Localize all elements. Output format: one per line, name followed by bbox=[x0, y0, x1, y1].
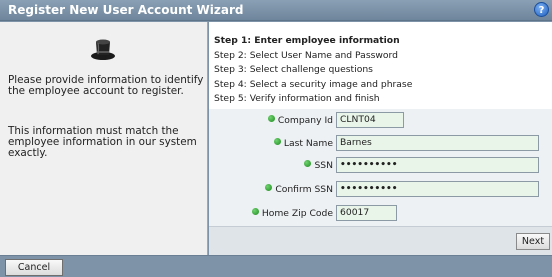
company-id-label: Company Id bbox=[267, 115, 333, 126]
company-id-row: Company Id CLNT04 bbox=[209, 112, 552, 132]
cancel-button[interactable]: Cancel bbox=[5, 259, 63, 276]
step-2: Step 2: Select User Name and Password bbox=[214, 49, 398, 61]
confirm-ssn-label: Confirm SSN bbox=[265, 184, 333, 195]
next-button[interactable]: Next bbox=[516, 233, 550, 250]
employee-form: Company Id CLNT04 Last Name Barnes SSN •… bbox=[209, 109, 552, 226]
ssn-field[interactable]: •••••••••• bbox=[336, 157, 539, 173]
last-name-label: Last Name bbox=[273, 138, 333, 149]
required-bullet-icon bbox=[265, 184, 273, 191]
last-name-row: Last Name Barnes bbox=[209, 135, 552, 155]
home-zip-field[interactable]: 60017 bbox=[336, 205, 397, 221]
step-4: Step 4: Select a security image and phra… bbox=[214, 78, 413, 90]
company-id-field[interactable]: CLNT04 bbox=[336, 112, 404, 128]
wizard-window: Register New User Account Wizard ? Pleas… bbox=[0, 0, 552, 277]
required-bullet-icon bbox=[304, 160, 312, 167]
home-zip-label: Home Zip Code bbox=[251, 208, 333, 219]
navigation-bar: Next bbox=[209, 226, 552, 255]
home-zip-row: Home Zip Code 60017 bbox=[209, 205, 552, 225]
step-1: Step 1: Enter employee information bbox=[214, 35, 400, 46]
wizard-title: Register New User Account Wizard bbox=[8, 3, 244, 17]
help-icon[interactable]: ? bbox=[534, 2, 549, 17]
required-bullet-icon bbox=[267, 115, 275, 122]
info-text-match: This information must match the employee… bbox=[8, 125, 197, 159]
info-text-identify: Please provide information to identify t… bbox=[8, 74, 204, 97]
footer-bar: Cancel bbox=[0, 255, 552, 277]
ssn-row: SSN •••••••••• bbox=[209, 157, 552, 177]
required-bullet-icon bbox=[273, 138, 281, 145]
last-name-field[interactable]: Barnes bbox=[336, 135, 539, 151]
info-panel: Please provide information to identify t… bbox=[0, 22, 208, 255]
step-5: Step 5: Verify information and finish bbox=[214, 93, 380, 104]
confirm-ssn-row: Confirm SSN •••••••••• bbox=[209, 181, 552, 201]
required-bullet-icon bbox=[251, 208, 259, 215]
title-bar: Register New User Account Wizard ? bbox=[0, 0, 552, 21]
step-3: Step 3: Select challenge questions bbox=[214, 64, 373, 75]
ssn-label: SSN bbox=[304, 160, 333, 171]
confirm-ssn-field[interactable]: •••••••••• bbox=[336, 181, 539, 197]
hat-icon bbox=[91, 39, 115, 60]
step-list: Step 1: Enter employee information Step … bbox=[214, 34, 412, 107]
